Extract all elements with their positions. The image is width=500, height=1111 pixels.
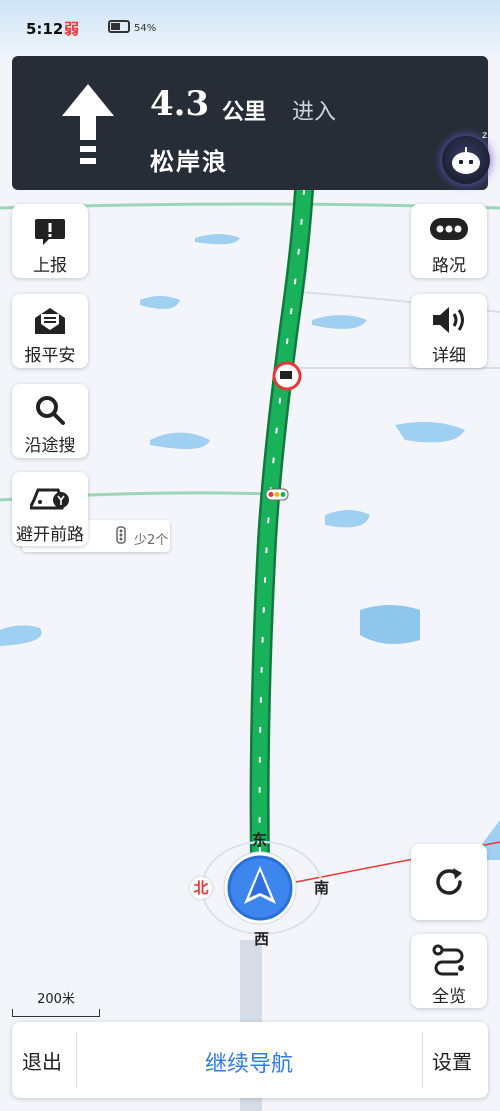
scale-bar — [12, 1009, 100, 1017]
detail-voice-label: 详细 — [432, 346, 466, 366]
guide-unit: 公里 — [222, 100, 267, 125]
compass-south: 南 — [314, 879, 330, 897]
traffic-icon — [430, 218, 468, 240]
bottom-bar: 退出 继续导航 设置 — [12, 1022, 488, 1098]
guide-distance: 4.3 — [150, 84, 210, 124]
exit-button[interactable]: 退出 — [22, 1046, 62, 1075]
continue-navigation-button[interactable]: 继续导航 — [76, 1046, 422, 1078]
battery-percent: 54% — [134, 23, 157, 34]
compass[interactable] — [200, 840, 324, 936]
traffic-button[interactable]: 路况 — [411, 204, 487, 278]
status-bar: 5:12 弱 54% — [0, 0, 500, 56]
refresh-icon — [436, 868, 462, 895]
scale-text: 200米 — [37, 992, 75, 1007]
divider — [422, 1032, 423, 1088]
guide-road-name: 松岸浪 — [150, 148, 228, 176]
signal-indicator: 弱 — [64, 20, 80, 38]
search-along-label: 沿途搜 — [24, 436, 76, 456]
status-time: 5:12 — [26, 20, 64, 38]
report-icon — [35, 219, 65, 245]
route-tip-text: 少2个 — [134, 533, 169, 548]
compass-west: 西 — [254, 930, 270, 948]
overview-label: 全览 — [432, 987, 466, 1007]
traffic-light-icon — [116, 526, 126, 544]
avoid-road-label: 避开前路 — [16, 525, 84, 545]
battery-icon — [108, 20, 130, 33]
detail-voice-button[interactable]: 详细 — [411, 294, 487, 368]
guidance-panel[interactable]: 4.3 公里 进入 松岸浪 z — [12, 56, 490, 190]
traffic-label: 路况 — [432, 256, 466, 276]
avoid-road-button[interactable]: 避开前路 — [12, 472, 88, 546]
voice-assistant-icon[interactable]: z — [442, 130, 490, 184]
refresh-route-button[interactable] — [411, 844, 487, 920]
speaker-icon — [433, 307, 464, 333]
straight-arrow-icon — [62, 84, 114, 164]
compass-east: 东 — [252, 831, 268, 849]
safe-report-label: 报平安 — [24, 346, 76, 366]
overview-icon — [432, 944, 464, 976]
car-avoid-icon — [30, 488, 69, 510]
report-button[interactable]: 上报 — [12, 204, 88, 278]
overview-button[interactable]: 全览 — [411, 934, 487, 1008]
compass-north: 北 — [190, 877, 212, 899]
map-scale: 200米 — [12, 988, 100, 1017]
mail-icon — [35, 308, 65, 334]
report-label: 上报 — [33, 256, 67, 276]
guide-action: 进入 — [292, 100, 337, 125]
search-icon — [36, 396, 65, 425]
safe-report-button[interactable]: 报平安 — [12, 294, 88, 368]
settings-button[interactable]: 设置 — [432, 1046, 472, 1075]
search-along-button[interactable]: 沿途搜 — [12, 384, 88, 458]
